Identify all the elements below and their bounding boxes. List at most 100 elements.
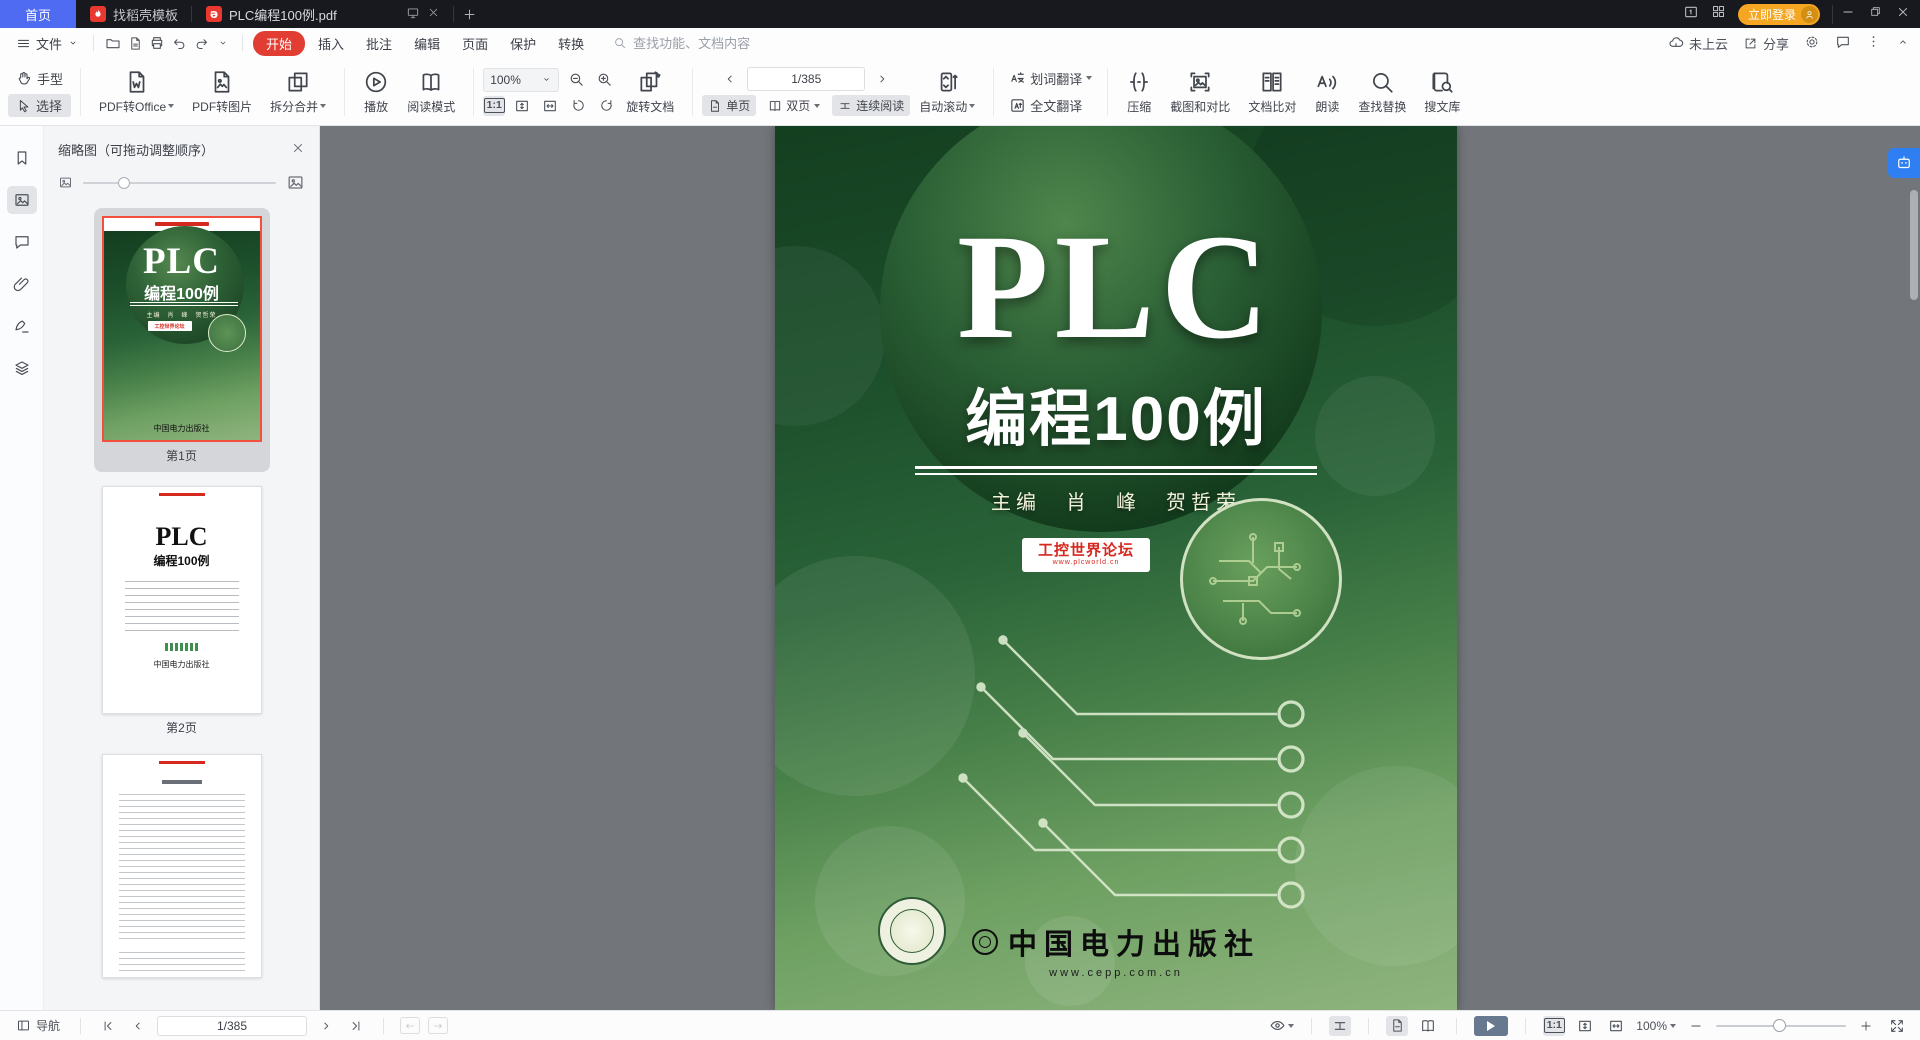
command-search[interactable] bbox=[613, 36, 773, 51]
pdf-to-image-button[interactable]: PDF转图片 bbox=[183, 69, 261, 115]
play-button[interactable]: 播放 bbox=[354, 69, 398, 115]
continuous-scroll-toggle[interactable] bbox=[1329, 1016, 1351, 1036]
quickbar-more-icon[interactable] bbox=[212, 32, 234, 54]
double-page-button[interactable]: 双页 bbox=[762, 95, 826, 116]
fullscreen-button[interactable] bbox=[1886, 1016, 1908, 1036]
close-window-button[interactable] bbox=[1896, 5, 1910, 24]
actual-size-button[interactable]: 1:1 bbox=[483, 96, 505, 116]
rotate-document-button[interactable]: 旋转文档 bbox=[617, 69, 683, 115]
share-button[interactable]: 分享 bbox=[1743, 34, 1789, 53]
page-number-input[interactable] bbox=[748, 72, 864, 86]
prev-page-button-status[interactable] bbox=[127, 1016, 149, 1036]
thumbnail-size-slider[interactable] bbox=[83, 182, 276, 184]
menu-tab-page[interactable]: 页面 bbox=[453, 32, 497, 55]
rotate-left-button[interactable] bbox=[567, 96, 589, 116]
thumbnail-page-3[interactable] bbox=[102, 754, 262, 978]
layers-panel-icon[interactable] bbox=[7, 354, 37, 382]
save-button[interactable] bbox=[124, 32, 146, 54]
feedback-icon[interactable] bbox=[1835, 34, 1851, 53]
fit-page-button[interactable] bbox=[511, 96, 533, 116]
zoom-in-button[interactable] bbox=[593, 70, 615, 90]
zoom-slider-knob[interactable] bbox=[1773, 1019, 1786, 1032]
menu-tab-start[interactable]: 开始 bbox=[253, 31, 305, 56]
actual-size-button-status[interactable]: 1:1 bbox=[1543, 1016, 1565, 1036]
redo-button[interactable] bbox=[190, 32, 212, 54]
zoom-out-button[interactable] bbox=[565, 70, 587, 90]
compress-button[interactable]: 压缩 bbox=[1117, 69, 1161, 115]
read-aloud-button[interactable]: 朗读 bbox=[1305, 69, 1349, 115]
navigation-toggle-button[interactable]: 导航 bbox=[12, 1016, 64, 1036]
word-translate-button[interactable]: 划词翻译 bbox=[1003, 67, 1098, 90]
zoom-slider[interactable] bbox=[1716, 1025, 1846, 1027]
command-search-input[interactable] bbox=[633, 36, 773, 51]
read-mode-button[interactable]: 阅读模式 bbox=[398, 69, 464, 115]
new-tab-button[interactable] bbox=[454, 0, 484, 28]
close-panel-icon[interactable] bbox=[291, 141, 305, 158]
status-page-number-input[interactable] bbox=[158, 1019, 306, 1033]
single-page-button[interactable]: 单页 bbox=[702, 95, 756, 116]
window-manage-icon[interactable] bbox=[1683, 4, 1699, 25]
assistant-floating-button[interactable] bbox=[1888, 148, 1920, 178]
continuous-read-button[interactable]: 连续阅读 bbox=[832, 95, 910, 116]
screenshot-compare-button[interactable]: 截图和对比 bbox=[1161, 69, 1239, 115]
thumbnails-panel-icon[interactable] bbox=[7, 186, 37, 214]
slideshow-play-button[interactable] bbox=[1474, 1016, 1508, 1036]
doc-compare-button[interactable]: 文档比对 bbox=[1239, 69, 1305, 115]
first-page-button[interactable] bbox=[97, 1016, 119, 1036]
double-page-view-button[interactable] bbox=[1417, 1016, 1439, 1036]
open-file-button[interactable] bbox=[102, 32, 124, 54]
menu-tab-annotate[interactable]: 批注 bbox=[357, 32, 401, 55]
attachments-panel-icon[interactable] bbox=[7, 270, 37, 298]
select-tool-button[interactable]: 选择 bbox=[8, 94, 71, 117]
search-library-button[interactable]: 搜文库 bbox=[1415, 69, 1469, 115]
next-page-button[interactable] bbox=[871, 69, 893, 89]
rotate-right-button[interactable] bbox=[595, 96, 617, 116]
full-translate-button[interactable]: 全文翻译 bbox=[1003, 94, 1098, 117]
login-button[interactable]: 立即登录 bbox=[1738, 4, 1820, 25]
thumbnail-page-2[interactable]: PLC 编程100例 中国电力出版社 第2页 bbox=[102, 486, 262, 740]
history-forward-button[interactable] bbox=[428, 1017, 448, 1034]
prev-page-button[interactable] bbox=[719, 69, 741, 89]
single-page-view-button[interactable] bbox=[1386, 1016, 1408, 1036]
signature-panel-icon[interactable] bbox=[7, 312, 37, 340]
more-options-icon[interactable] bbox=[1866, 34, 1881, 52]
bookmarks-panel-icon[interactable] bbox=[7, 144, 37, 172]
tab-docer[interactable]: 找稻壳模板 bbox=[76, 0, 192, 28]
comments-panel-icon[interactable] bbox=[7, 228, 37, 256]
undo-button[interactable] bbox=[168, 32, 190, 54]
pdf-to-office-button[interactable]: PDF转Office bbox=[90, 69, 183, 115]
menu-tab-protect[interactable]: 保护 bbox=[501, 32, 545, 55]
fit-width-button[interactable] bbox=[539, 96, 561, 116]
cloud-status[interactable]: 未上云 bbox=[1668, 34, 1728, 53]
fit-page-button-status[interactable] bbox=[1574, 1016, 1596, 1036]
page-number-box[interactable] bbox=[747, 67, 865, 91]
app-grid-icon[interactable] bbox=[1711, 4, 1726, 24]
zoom-in-button-status[interactable] bbox=[1855, 1016, 1877, 1036]
slider-knob[interactable] bbox=[118, 177, 130, 189]
print-button[interactable] bbox=[146, 32, 168, 54]
thumbnail-page-1[interactable]: PLC 编程100例 主编 肖 峰 贺哲荣 工控世界论坛 中国电力出版社 第1页 bbox=[94, 208, 270, 472]
menu-tab-convert[interactable]: 转换 bbox=[549, 32, 593, 55]
tab-document[interactable]: ə PLC编程100例.pdf bbox=[192, 0, 454, 28]
status-page-number-box[interactable] bbox=[157, 1016, 307, 1036]
eye-protect-button[interactable] bbox=[1269, 1016, 1294, 1036]
minimize-button[interactable] bbox=[1841, 5, 1855, 24]
split-merge-button[interactable]: 拆分合并 bbox=[261, 69, 335, 115]
pdf-page-1[interactable]: PLC 编程100例 主编 肖 峰 贺哲荣 工控世界论坛 www.plcworl… bbox=[775, 126, 1457, 1010]
next-page-button-status[interactable] bbox=[315, 1016, 337, 1036]
settings-gear-icon[interactable] bbox=[1804, 34, 1820, 53]
collapse-ribbon-icon[interactable] bbox=[1896, 35, 1910, 52]
send-to-desktop-icon[interactable] bbox=[406, 6, 420, 23]
document-viewport[interactable]: PLC 编程100例 主编 肖 峰 贺哲荣 工控世界论坛 www.plcworl… bbox=[320, 126, 1920, 1010]
menu-tab-edit[interactable]: 编辑 bbox=[405, 32, 449, 55]
last-page-button[interactable] bbox=[345, 1016, 367, 1036]
menu-tab-insert[interactable]: 插入 bbox=[309, 32, 353, 55]
find-replace-button[interactable]: 查找替换 bbox=[1349, 69, 1415, 115]
tab-close-icon[interactable] bbox=[427, 6, 440, 22]
zoom-out-button-status[interactable] bbox=[1685, 1016, 1707, 1036]
zoom-select[interactable]: 100% bbox=[483, 68, 559, 92]
history-back-button[interactable] bbox=[400, 1017, 420, 1034]
zoom-level-dropdown[interactable]: 100% bbox=[1636, 1019, 1676, 1033]
auto-scroll-button[interactable]: 自动滚动 bbox=[910, 69, 984, 115]
tab-home[interactable]: 首页 bbox=[0, 0, 76, 28]
